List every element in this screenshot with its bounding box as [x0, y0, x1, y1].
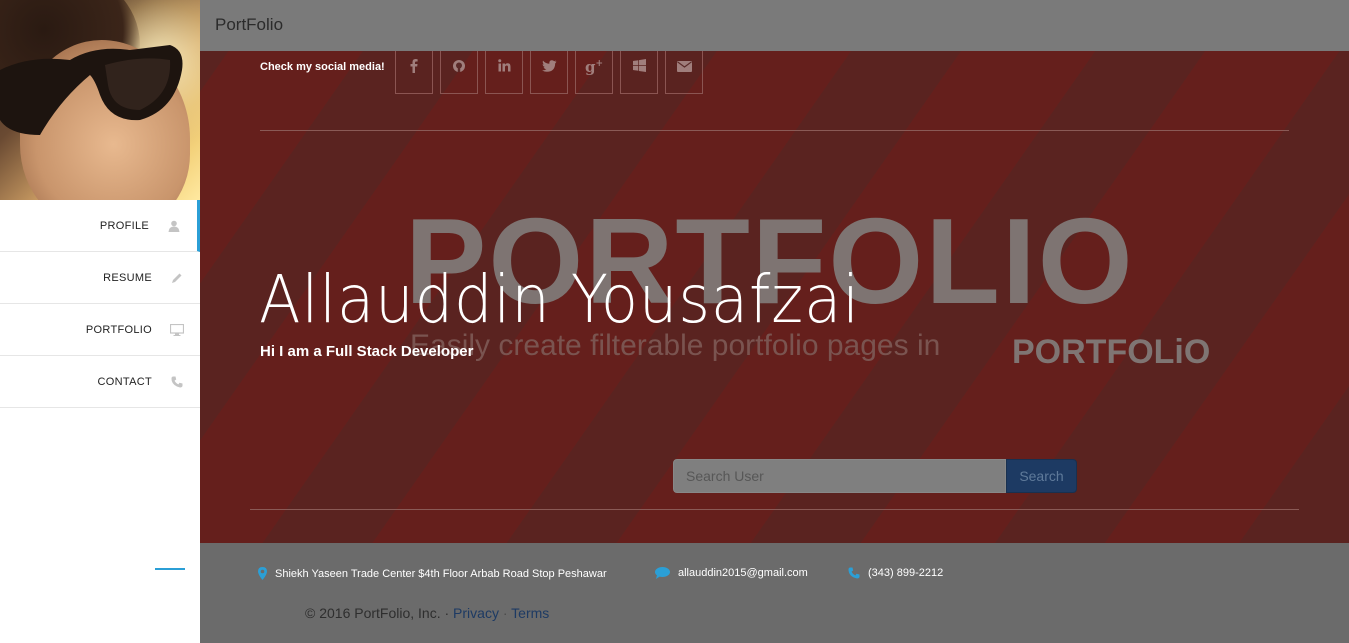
search-button[interactable]: Search [1006, 459, 1077, 493]
hero-name: Allauddin Yousafzai [259, 261, 861, 338]
terms-link[interactable]: Terms [511, 605, 549, 621]
map-marker-icon [258, 567, 267, 580]
copyright-text: © 2016 PortFolio, Inc. · [305, 605, 450, 621]
user-icon [167, 219, 181, 233]
sidebar-item-resume[interactable]: RESUME [0, 252, 200, 304]
hero-section: PORTFOLIO Easily create filterable portf… [200, 51, 1349, 543]
phone-text: (343) 899-2212 [868, 567, 944, 579]
sidebar-item-label: PROFILE [99, 219, 149, 232]
footer: Shiekh Yaseen Trade Center $4th Floor Ar… [200, 543, 1349, 643]
twitter-link[interactable] [530, 51, 568, 94]
privacy-link[interactable]: Privacy [453, 605, 499, 621]
social-prompt: Check my social media! [260, 61, 385, 73]
search-form: Search [673, 459, 1077, 493]
sidebar-item-portfolio[interactable]: PORTFOLIO [0, 304, 200, 356]
sidebar-item-label: PORTFOLIO [85, 323, 152, 336]
twitter-icon [541, 59, 557, 75]
chat-bubble-icon [655, 567, 670, 579]
avatar [0, 0, 200, 200]
copyright: © 2016 PortFolio, Inc. · Privacy · Terms [305, 605, 549, 621]
separator: · [502, 605, 508, 621]
divider [260, 130, 1289, 131]
envelope-icon [676, 59, 692, 75]
brand-link[interactable]: PortFolio [215, 15, 283, 35]
phone-icon [848, 567, 860, 579]
footer-email: allauddin2015@gmail.com [655, 567, 808, 579]
facebook-link[interactable] [395, 51, 433, 94]
windows-link[interactable] [620, 51, 658, 94]
divider [250, 509, 1299, 510]
phone-icon [170, 375, 184, 389]
github-link[interactable] [440, 51, 478, 94]
google-plus-link[interactable]: g+ [575, 51, 613, 94]
social-links: g+ [395, 51, 710, 94]
sidebar: PROFILE RESUME PORTFOLIO CONTACT [0, 0, 200, 643]
sidebar-item-profile[interactable]: PROFILE [0, 200, 200, 252]
hero-background-logo: PORTFOLiO [1012, 333, 1211, 371]
sidebar-item-label: RESUME [103, 271, 152, 284]
sidebar-item-contact[interactable]: CONTACT [0, 356, 200, 408]
linkedin-link[interactable] [485, 51, 523, 94]
google-plus-icon: g+ [584, 58, 604, 76]
facebook-icon [410, 58, 418, 76]
sidebar-nav: PROFILE RESUME PORTFOLIO CONTACT [0, 200, 200, 408]
top-navbar: PortFolio [200, 0, 1349, 51]
address-text: Shiekh Yaseen Trade Center $4th Floor Ar… [275, 567, 607, 580]
sidebar-accent-line [155, 568, 185, 570]
windows-icon [632, 59, 646, 75]
desktop-icon [170, 323, 184, 337]
hero-tagline: Hi I am a Full Stack Developer [260, 343, 474, 360]
email-link-text[interactable]: allauddin2015@gmail.com [678, 567, 808, 579]
linkedin-icon [497, 59, 511, 75]
sidebar-item-label: CONTACT [97, 375, 152, 388]
footer-address: Shiekh Yaseen Trade Center $4th Floor Ar… [258, 567, 607, 580]
search-input[interactable] [673, 459, 1006, 493]
sunglasses-graphic [0, 45, 183, 135]
github-icon [452, 59, 466, 76]
footer-phone: (343) 899-2212 [848, 567, 943, 579]
email-link[interactable] [665, 51, 703, 94]
pencil-icon [170, 271, 184, 285]
